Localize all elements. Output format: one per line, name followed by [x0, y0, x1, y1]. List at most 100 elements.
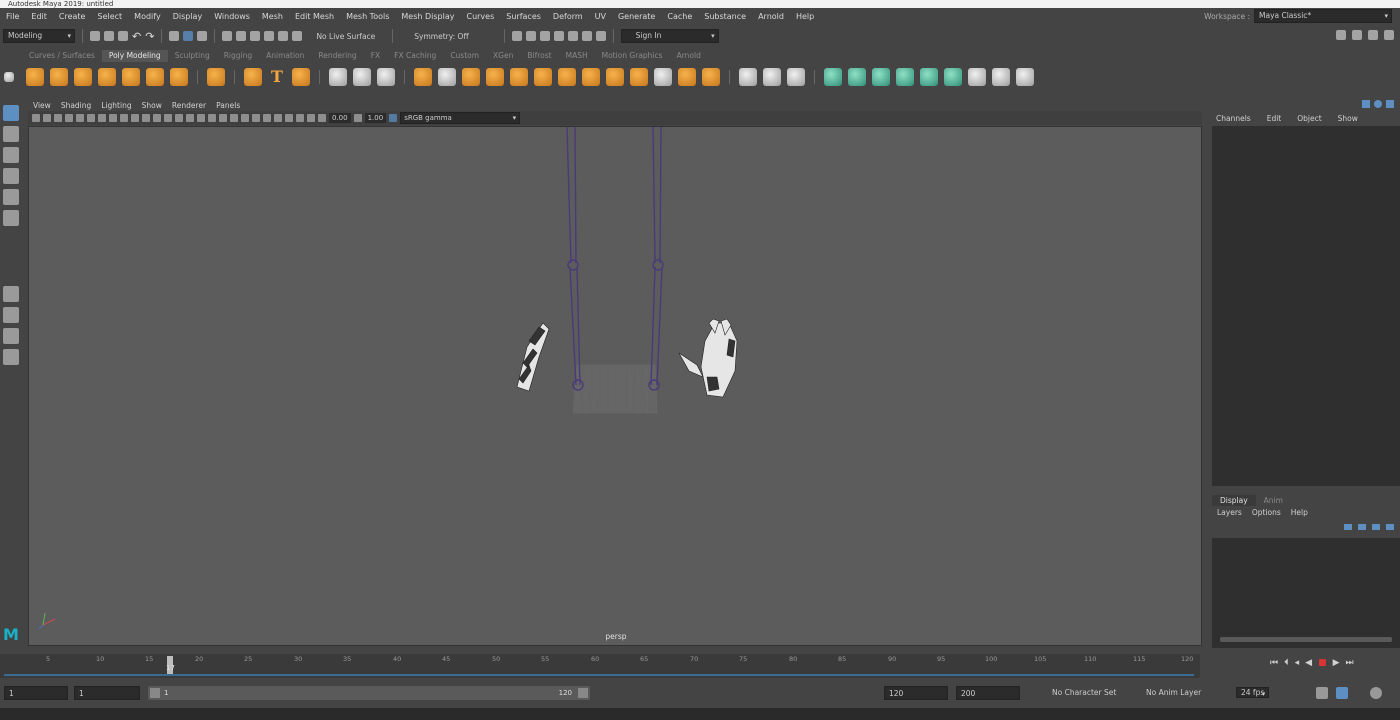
- boolean-intersection-icon[interactable]: [510, 68, 528, 86]
- sculpt-icon[interactable]: [329, 68, 347, 86]
- poly-text-icon[interactable]: T: [268, 68, 286, 86]
- time-slider[interactable]: 5 10 15 20 25 30 35 40 45 50 55 60 65 70…: [0, 654, 1200, 678]
- mirror-icon[interactable]: [534, 68, 552, 86]
- menu-arnold[interactable]: Arnold: [752, 12, 790, 21]
- platonic-solid-icon[interactable]: [207, 68, 225, 86]
- poly-cube-icon[interactable]: [50, 68, 68, 86]
- vp-menu-shading[interactable]: Shading: [56, 101, 96, 110]
- go-to-end-icon[interactable]: ⏭: [1346, 658, 1354, 668]
- tab-custom[interactable]: Custom: [443, 50, 486, 62]
- tab-bifrost[interactable]: Bifrost: [520, 50, 558, 62]
- step-back-key-icon[interactable]: ⏴: [1284, 658, 1289, 668]
- wireframe-icon[interactable]: [164, 114, 172, 122]
- lights-icon[interactable]: [208, 114, 216, 122]
- menu-file[interactable]: File: [0, 12, 25, 21]
- menu-surfaces[interactable]: Surfaces: [500, 12, 547, 21]
- new-scene-icon[interactable]: [90, 31, 100, 41]
- lasso-tool-icon[interactable]: [3, 126, 19, 142]
- bevel-icon[interactable]: [787, 68, 805, 86]
- ambient-occlusion-icon[interactable]: [230, 114, 238, 122]
- bookmark-icon[interactable]: [54, 114, 62, 122]
- camera-attributes-icon[interactable]: [43, 114, 51, 122]
- attribute-editor-icon[interactable]: [1352, 30, 1362, 40]
- layers-options-menu[interactable]: Options: [1247, 508, 1286, 517]
- gamma-field[interactable]: 1.00: [364, 113, 387, 123]
- select-hierarchy-icon[interactable]: [169, 31, 180, 41]
- separate-icon[interactable]: [438, 68, 456, 86]
- loop-icon[interactable]: [1316, 687, 1328, 699]
- move-tool-icon[interactable]: [3, 168, 19, 184]
- bridge-icon[interactable]: [678, 68, 696, 86]
- reduce-icon[interactable]: [582, 68, 600, 86]
- menu-set-dropdown[interactable]: Modeling: [3, 29, 75, 43]
- playback-end-field[interactable]: 120: [884, 686, 948, 700]
- safe-title-icon[interactable]: [153, 114, 161, 122]
- colorspace-dropdown[interactable]: sRGB gamma: [400, 112, 521, 124]
- fps-dropdown[interactable]: 24 fps: [1236, 687, 1270, 698]
- menu-select[interactable]: Select: [91, 12, 128, 21]
- stop-icon[interactable]: ■: [1318, 658, 1327, 668]
- vp-menu-lighting[interactable]: Lighting: [96, 101, 136, 110]
- pause-icon[interactable]: [595, 31, 606, 41]
- uv-camera-based-icon[interactable]: [920, 68, 938, 86]
- uv-automatic-icon[interactable]: [896, 68, 914, 86]
- two-pane-layout-icon[interactable]: [3, 328, 19, 344]
- hypershade-icon[interactable]: [567, 31, 578, 41]
- auto-key-icon[interactable]: [1336, 687, 1348, 699]
- select-component-icon[interactable]: [197, 31, 208, 41]
- uv-cut-icon[interactable]: [992, 68, 1010, 86]
- motion-blur-icon[interactable]: [241, 114, 249, 122]
- tab-poly-modeling[interactable]: Poly Modeling: [101, 50, 168, 62]
- character-set-dropdown[interactable]: No Character Set: [1052, 684, 1116, 702]
- shelf-menu-icon[interactable]: [4, 72, 14, 82]
- snap-grid-icon[interactable]: [222, 31, 233, 41]
- new-layer-selected-icon[interactable]: [1386, 524, 1394, 530]
- safe-action-icon[interactable]: [142, 114, 150, 122]
- ipr-render-icon[interactable]: [539, 31, 550, 41]
- move-layer-up-icon[interactable]: [1344, 524, 1352, 530]
- shadows-icon[interactable]: [219, 114, 227, 122]
- poly-torus-icon[interactable]: [122, 68, 140, 86]
- tool-settings-tab-icon[interactable]: [1386, 100, 1394, 108]
- menu-uv[interactable]: UV: [589, 12, 612, 21]
- film-gate-icon[interactable]: [98, 114, 106, 122]
- animation-start-field[interactable]: 1: [4, 686, 68, 700]
- channels-menu[interactable]: Channels: [1208, 114, 1259, 123]
- tab-rendering[interactable]: Rendering: [311, 50, 363, 62]
- tab-motion-graphics[interactable]: Motion Graphics: [595, 50, 670, 62]
- smooth-shade-icon[interactable]: [175, 114, 183, 122]
- poly-cone-icon[interactable]: [98, 68, 116, 86]
- poly-plane-icon[interactable]: [146, 68, 164, 86]
- play-backwards-icon[interactable]: ◀: [1305, 658, 1312, 668]
- color-management-icon[interactable]: [389, 114, 398, 122]
- wireframe-on-shaded-icon[interactable]: [186, 114, 194, 122]
- save-scene-icon[interactable]: [118, 31, 128, 41]
- tab-fx[interactable]: FX: [364, 50, 387, 62]
- extract-icon[interactable]: [654, 68, 672, 86]
- four-pane-layout-icon[interactable]: [3, 307, 19, 323]
- render-settings-icon[interactable]: [553, 31, 564, 41]
- channels-object-menu[interactable]: Object: [1289, 114, 1329, 123]
- viewport-persp[interactable]: persp: [28, 126, 1202, 646]
- backface-culling-icon[interactable]: [307, 114, 315, 122]
- tab-mash[interactable]: MASH: [559, 50, 595, 62]
- remesh-icon[interactable]: [606, 68, 624, 86]
- svg-icon[interactable]: [292, 68, 310, 86]
- menu-mesh-display[interactable]: Mesh Display: [395, 12, 460, 21]
- poly-sphere-icon[interactable]: [26, 68, 44, 86]
- playback-start-field[interactable]: 1: [74, 686, 140, 700]
- xray-icon[interactable]: [285, 114, 293, 122]
- vp-menu-renderer[interactable]: Renderer: [167, 101, 211, 110]
- menu-create[interactable]: Create: [53, 12, 92, 21]
- scale-tool-icon[interactable]: [3, 210, 19, 226]
- layer-scrollbar[interactable]: [1220, 637, 1392, 642]
- sign-in-dropdown[interactable]: Sign In: [620, 29, 719, 43]
- combine-icon[interactable]: [414, 68, 432, 86]
- layer-list[interactable]: [1212, 538, 1400, 648]
- menu-curves[interactable]: Curves: [460, 12, 500, 21]
- menu-display[interactable]: Display: [167, 12, 209, 21]
- undo-icon[interactable]: ↶: [132, 30, 141, 43]
- render-frame-icon[interactable]: [525, 31, 536, 41]
- snap-point-icon[interactable]: [250, 31, 261, 41]
- gate-mask-icon[interactable]: [120, 114, 128, 122]
